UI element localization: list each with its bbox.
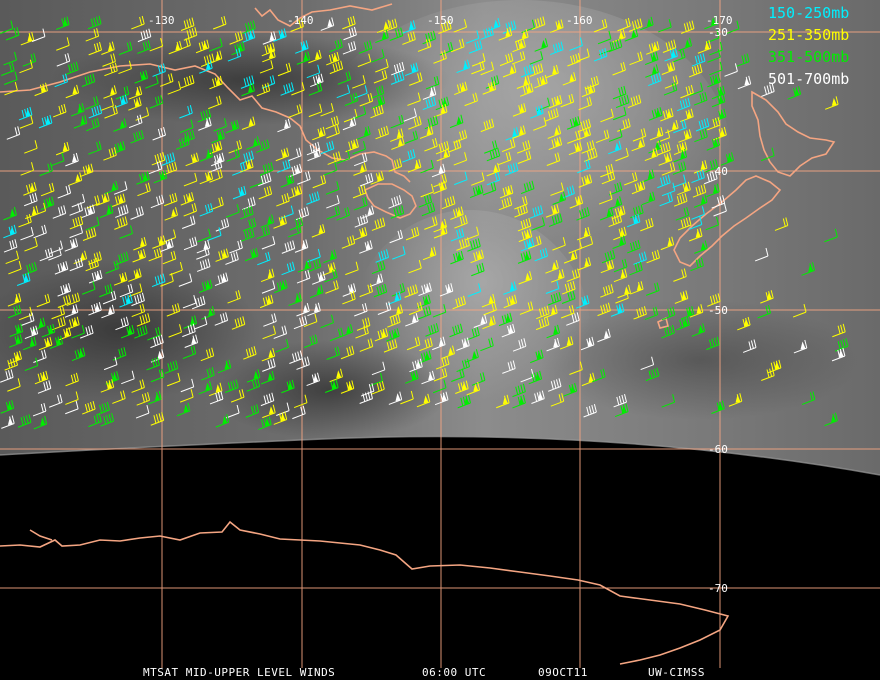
map-canvas: -130 -140 -150 -160 -170 -30 -40 -50 -60…	[0, 0, 880, 679]
lon-label-150: -150	[427, 14, 454, 27]
image-caption: MTSAT MID-UPPER LEVEL WINDS 06:00 UTC 09…	[143, 666, 705, 679]
lat-label-30: -30	[708, 26, 728, 39]
satellite-wind-map: -130 -140 -150 -160 -170 -30 -40 -50 -60…	[0, 0, 880, 680]
legend-item-501-700: 501-700mb	[768, 70, 849, 88]
lon-label-160: -160	[566, 14, 593, 27]
lon-label-130: -130	[148, 14, 175, 27]
caption-source: UW-CIMSS	[648, 666, 705, 679]
lat-label-70: -70	[708, 582, 728, 595]
legend-item-150-250: 150-250mb	[768, 4, 849, 22]
satellite-imagery	[0, 0, 880, 476]
legend-item-251-350: 251-350mb	[768, 26, 849, 44]
caption-time: 06:00 UTC	[422, 666, 486, 679]
lon-label-140: -140	[287, 14, 314, 27]
caption-date: 09OCT11	[538, 666, 588, 679]
lat-label-40: -40	[708, 165, 728, 178]
legend-item-351-500: 351-500mb	[768, 48, 849, 66]
caption-product: MTSAT MID-UPPER LEVEL WINDS	[143, 666, 335, 679]
lat-label-60: -60	[708, 443, 728, 456]
coastline-antarctica	[0, 520, 730, 665]
lat-label-50: -50	[708, 304, 728, 317]
coastline-antarctica-inlet	[29, 529, 53, 541]
